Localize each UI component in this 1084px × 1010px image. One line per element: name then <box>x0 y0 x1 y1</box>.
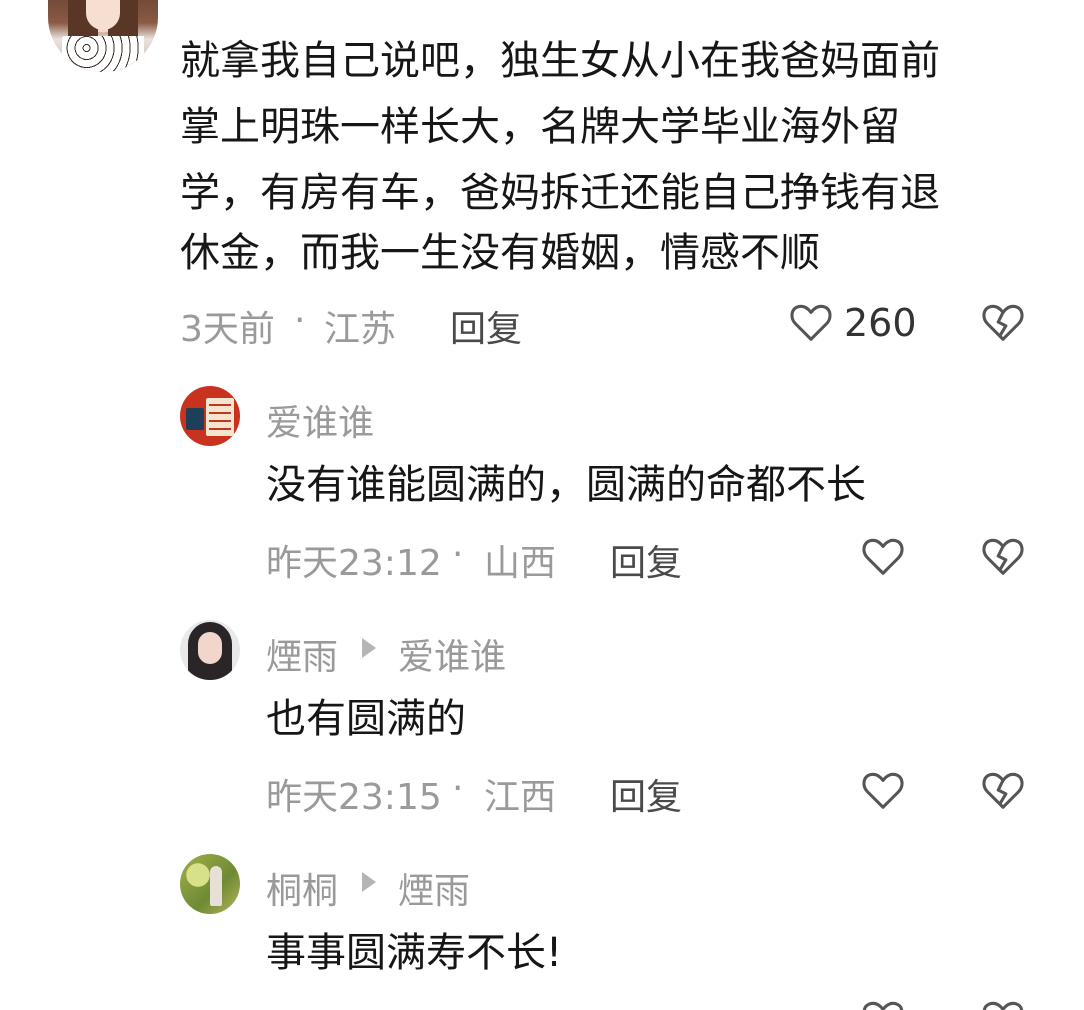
like-count: 260 <box>844 301 917 345</box>
broken-heart-icon[interactable] <box>980 767 1026 813</box>
reply-button[interactable]: 回复 <box>610 534 682 586</box>
comment-time: 昨天23:12 <box>266 543 442 584</box>
heart-outline-icon[interactable] <box>860 767 906 813</box>
comment-location: 江西 <box>484 777 557 818</box>
avatar[interactable] <box>180 854 240 914</box>
comment-text-line: 休金，而我一生没有婚姻，情感不顺 <box>180 230 820 276</box>
heart-outline-icon[interactable] <box>860 996 906 1010</box>
username[interactable]: 煙雨 <box>266 628 338 680</box>
avatar[interactable] <box>48 0 158 72</box>
reply-arrow-icon <box>362 638 376 658</box>
username[interactable]: 桐桐 <box>266 862 338 914</box>
comment-location: 江苏 <box>324 309 397 350</box>
comment-time: 昨天23:15 <box>266 777 442 818</box>
heart-outline-icon[interactable] <box>860 533 906 579</box>
comment-text-line: 掌上明珠一样长大，名牌大学毕业海外留 <box>180 104 900 150</box>
reply-button[interactable]: 回复 <box>610 768 682 820</box>
meta-separator: · <box>452 534 464 575</box>
meta-separator: · <box>452 768 464 809</box>
reply-arrow-icon <box>362 872 376 892</box>
comment-text-line: 学，有房有车，爸妈拆迁还能自己挣钱有退 <box>180 170 940 216</box>
comment-time: 3天前 <box>180 309 275 350</box>
meta-separator: · <box>294 300 306 341</box>
comment-text: 没有谁能圆满的，圆满的命都不长 <box>266 462 866 508</box>
broken-heart-icon[interactable] <box>980 533 1026 579</box>
heart-outline-icon[interactable] <box>788 299 834 345</box>
comment-text-line: 就拿我自己说吧，独生女从小在我爸妈面前 <box>180 38 940 84</box>
comment-text: 也有圆满的 <box>266 696 466 742</box>
avatar[interactable] <box>180 620 240 680</box>
comment-location: 山西 <box>484 543 557 584</box>
broken-heart-icon[interactable] <box>980 996 1026 1010</box>
reply-to-username[interactable]: 爱谁谁 <box>398 628 506 680</box>
username[interactable]: 爱谁谁 <box>266 394 374 446</box>
broken-heart-icon[interactable] <box>980 299 1026 345</box>
avatar[interactable] <box>180 386 240 446</box>
reply-button[interactable]: 回复 <box>450 300 522 352</box>
reply-to-username[interactable]: 煙雨 <box>398 862 470 914</box>
comment-text: 事事圆满寿不长! <box>266 930 563 976</box>
